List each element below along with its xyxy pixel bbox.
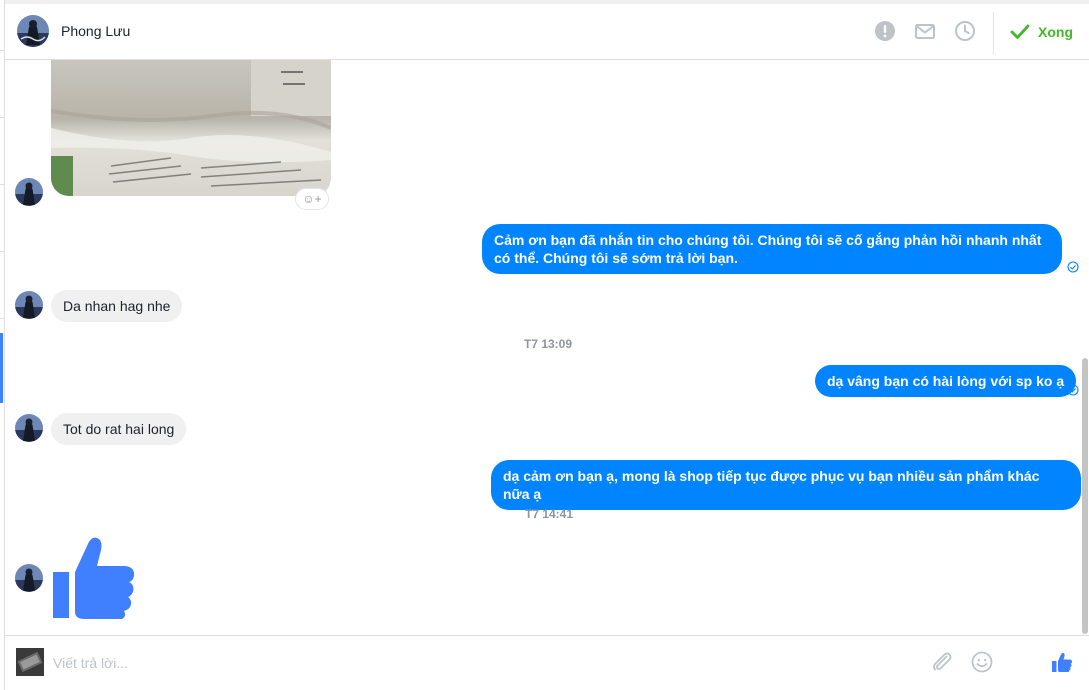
incoming-message[interactable]: Da nhan hag nhe bbox=[51, 290, 183, 322]
done-button[interactable]: Xong bbox=[1010, 21, 1073, 43]
divider bbox=[0, 184, 4, 185]
timestamp: T7 14:41 bbox=[525, 507, 574, 521]
mail-icon[interactable] bbox=[914, 20, 936, 42]
alert-icon[interactable] bbox=[874, 20, 896, 42]
scrollbar-thumb[interactable] bbox=[1082, 358, 1088, 634]
timestamp: T7 13:09 bbox=[524, 337, 573, 351]
contact-avatar bbox=[15, 564, 43, 592]
contact-avatar bbox=[15, 414, 43, 442]
active-conversation-indicator bbox=[0, 333, 3, 403]
sent-check-icon bbox=[1067, 479, 1079, 491]
header-divider bbox=[993, 12, 994, 54]
emoji-icon[interactable] bbox=[970, 650, 994, 674]
divider bbox=[0, 117, 4, 118]
add-reaction-button[interactable]: ☺+ bbox=[295, 188, 329, 210]
checkmark-icon bbox=[1010, 24, 1030, 39]
divider bbox=[0, 251, 4, 252]
divider bbox=[0, 318, 4, 319]
page-avatar bbox=[16, 648, 44, 676]
reply-input[interactable] bbox=[53, 652, 853, 674]
outgoing-message[interactable]: dạ vâng bạn có hài lòng với sp ko ạ bbox=[815, 365, 1077, 397]
incoming-message[interactable]: Tot do rat hai long bbox=[51, 413, 187, 445]
conversation-window: Phong Lưu Xong ☺+ Cảm ơn bạn đã nhắn tin… bbox=[0, 0, 1089, 690]
photo-attachment[interactable] bbox=[51, 60, 331, 196]
divider bbox=[0, 50, 4, 51]
outgoing-message[interactable]: Cảm ơn bạn đã nhắn tin cho chúng tôi. Ch… bbox=[482, 224, 1062, 274]
outgoing-message[interactable]: dạ cảm ơn bạn ạ, mong là shop tiếp tục đ… bbox=[491, 460, 1081, 510]
message-composer bbox=[5, 635, 1089, 690]
photo-image bbox=[51, 60, 331, 196]
attachment-icon[interactable] bbox=[930, 650, 954, 674]
sent-check-icon bbox=[1067, 261, 1079, 273]
like-icon[interactable] bbox=[1050, 650, 1074, 674]
thumbs-up-sticker-icon[interactable] bbox=[51, 534, 135, 620]
contact-name[interactable]: Phong Lưu bbox=[61, 23, 130, 39]
contact-avatar bbox=[15, 178, 43, 206]
done-label: Xong bbox=[1038, 24, 1073, 40]
message-thread: ☺+ Cảm ơn bạn đã nhắn tin cho chúng tôi.… bbox=[5, 60, 1081, 635]
contact-avatar bbox=[15, 291, 43, 319]
thread-scrollbar[interactable] bbox=[1081, 60, 1089, 635]
conversation-header: Phong Lưu Xong bbox=[5, 0, 1089, 60]
sent-check-icon bbox=[1067, 384, 1079, 396]
contact-avatar[interactable] bbox=[17, 15, 49, 47]
clock-icon[interactable] bbox=[954, 20, 976, 42]
